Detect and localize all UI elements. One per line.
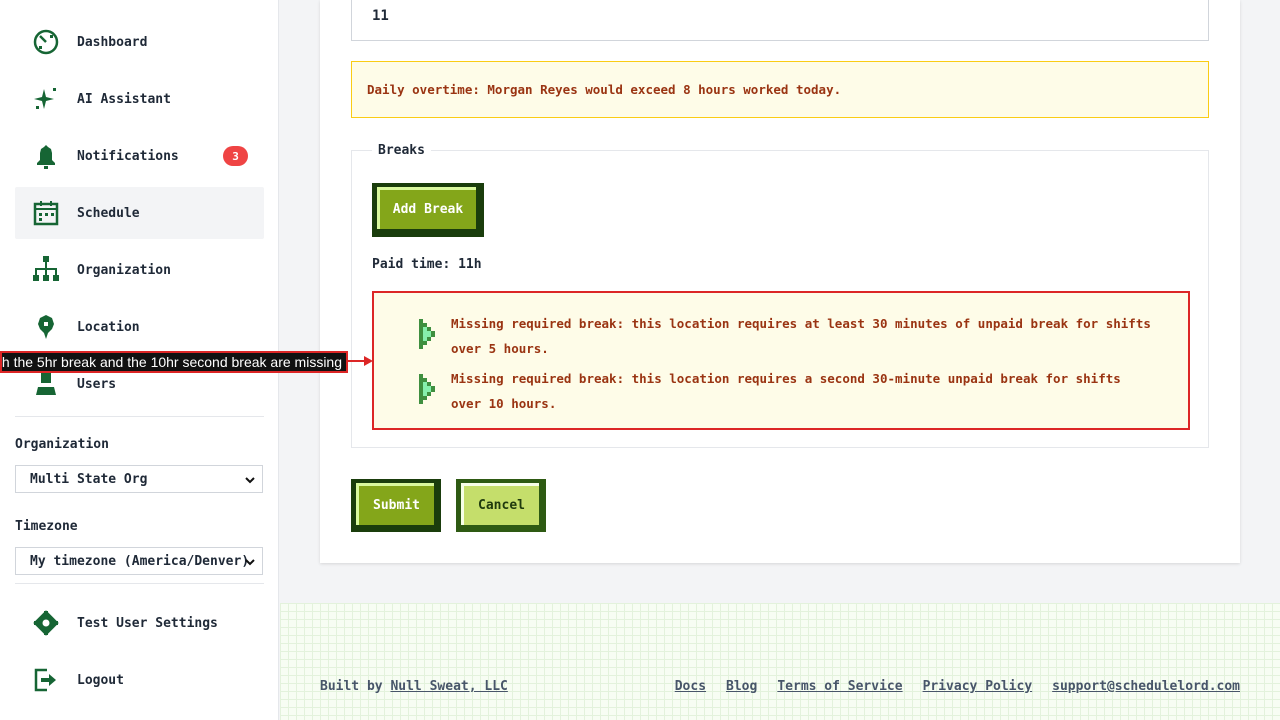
footer-link-blog[interactable]: Blog bbox=[726, 679, 757, 694]
annotation-label: th the 5hr break and the 10hr second bre… bbox=[0, 351, 348, 373]
sidebar-divider bbox=[15, 583, 264, 584]
sidebar-divider bbox=[15, 416, 264, 417]
notification-count-badge: 3 bbox=[223, 146, 248, 166]
map-pin-icon bbox=[31, 312, 61, 342]
dashboard-icon bbox=[31, 27, 61, 57]
footer-link-terms[interactable]: Terms of Service bbox=[777, 679, 902, 694]
sidebar-item-logout[interactable]: Logout bbox=[15, 654, 264, 706]
missing-break-warnings: Missing required break: this location re… bbox=[372, 291, 1190, 430]
sparkle-icon bbox=[31, 84, 61, 114]
annotation-text: th the 5hr break and the 10hr second bre… bbox=[0, 354, 342, 370]
footer-built-by: Built by Null Sweat, LLC bbox=[320, 679, 508, 694]
footer: Built by Null Sweat, LLC Docs Blog Terms… bbox=[280, 603, 1280, 720]
footer-link-privacy[interactable]: Privacy Policy bbox=[923, 679, 1033, 694]
annotation-arrow-icon bbox=[348, 356, 373, 366]
arrow-right-icon bbox=[417, 317, 439, 351]
timezone-select-value: My timezone (America/Denver) bbox=[30, 553, 250, 569]
sidebar-item-label: Logout bbox=[77, 672, 124, 688]
chevron-down-icon bbox=[244, 556, 256, 572]
timezone-select[interactable]: My timezone (America/Denver) bbox=[15, 547, 263, 575]
shift-form-card: 11 Daily overtime: Morgan Reyes would ex… bbox=[320, 0, 1240, 563]
footer-links: Docs Blog Terms of Service Privacy Polic… bbox=[675, 679, 1240, 694]
sidebar-item-settings[interactable]: Test User Settings bbox=[15, 597, 264, 649]
submit-button-label: Submit bbox=[356, 483, 434, 525]
cancel-button[interactable]: Cancel bbox=[456, 479, 546, 532]
warning-text: Missing required break: this location re… bbox=[451, 316, 1151, 356]
sidebar-item-schedule[interactable]: Schedule bbox=[15, 187, 264, 239]
sidebar-item-label: Notifications bbox=[77, 148, 179, 164]
org-chart-icon bbox=[31, 255, 61, 285]
footer-link-docs[interactable]: Docs bbox=[675, 679, 706, 694]
warning-item: Missing required break: this location re… bbox=[417, 316, 1157, 361]
breaks-fieldset: Breaks Add Break Paid time: 11h Missing … bbox=[351, 143, 1209, 448]
sidebar-item-label: Users bbox=[77, 376, 117, 392]
hours-input[interactable]: 11 bbox=[351, 0, 1209, 41]
sidebar-item-label: AI Assistant bbox=[77, 91, 171, 107]
footer-link-support-email[interactable]: support@schedulelord.com bbox=[1052, 679, 1240, 694]
built-by-link[interactable]: Null Sweat, LLC bbox=[390, 679, 507, 694]
overtime-alert-text: Daily overtime: Morgan Reyes would excee… bbox=[367, 82, 842, 97]
sidebar-item-label: Test User Settings bbox=[77, 615, 218, 631]
sidebar-item-organization[interactable]: Organization bbox=[15, 244, 264, 296]
calendar-icon bbox=[31, 198, 61, 228]
built-by-prefix: Built by bbox=[320, 679, 383, 694]
organization-select-value: Multi State Org bbox=[30, 471, 148, 487]
overtime-alert: Daily overtime: Morgan Reyes would excee… bbox=[351, 61, 1209, 118]
sidebar-item-notifications[interactable]: Notifications 3 bbox=[15, 130, 264, 182]
sidebar-item-label: Organization bbox=[77, 262, 171, 278]
arrow-right-icon bbox=[417, 372, 439, 406]
chevron-down-icon bbox=[244, 474, 256, 490]
sidebar-item-label: Schedule bbox=[77, 205, 140, 221]
sidebar-item-ai-assistant[interactable]: AI Assistant bbox=[15, 73, 264, 125]
sidebar-item-location[interactable]: Location bbox=[15, 301, 264, 353]
logout-icon bbox=[31, 665, 61, 695]
user-icon bbox=[31, 369, 61, 399]
add-break-button-label: Add Break bbox=[377, 187, 476, 229]
timezone-label: Timezone bbox=[15, 519, 78, 534]
breaks-legend: Breaks bbox=[372, 143, 431, 158]
add-break-button[interactable]: Add Break bbox=[372, 183, 484, 237]
paid-time-text: Paid time: 11h bbox=[372, 257, 482, 272]
warning-text: Missing required break: this location re… bbox=[451, 371, 1121, 411]
sidebar-item-dashboard[interactable]: Dashboard bbox=[15, 16, 264, 68]
submit-button[interactable]: Submit bbox=[351, 479, 441, 532]
organization-label: Organization bbox=[15, 437, 109, 452]
sidebar-item-label: Location bbox=[77, 319, 140, 335]
sidebar-item-label: Dashboard bbox=[77, 34, 148, 50]
warning-item: Missing required break: this location re… bbox=[417, 371, 1157, 416]
organization-select[interactable]: Multi State Org bbox=[15, 465, 263, 493]
cancel-button-label: Cancel bbox=[461, 483, 539, 525]
gear-icon bbox=[31, 608, 61, 638]
bell-icon bbox=[31, 141, 61, 171]
